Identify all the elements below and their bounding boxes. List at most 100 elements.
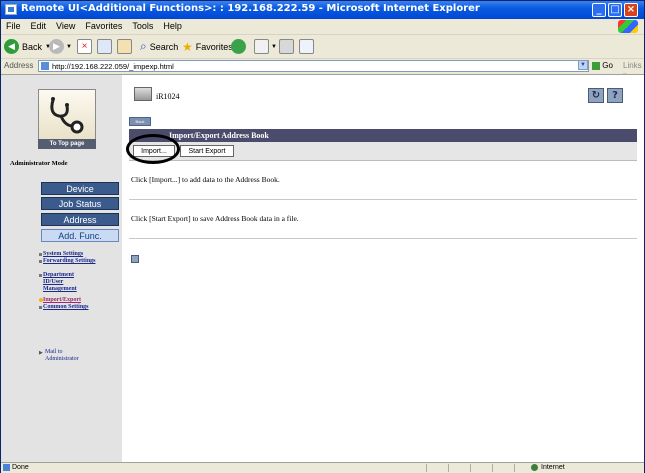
back-button[interactable]: Back [129,117,151,126]
forward-arrow-icon: ▶ [49,39,64,54]
page-top-icon[interactable] [131,255,139,263]
menu-help[interactable]: Help [158,19,187,31]
edit-button[interactable] [299,38,314,55]
sub-department-management[interactable]: Department ID/User Management [43,272,87,293]
browser-window: Remote UI<Additional Functions>: : 192.1… [0,0,645,473]
close-button[interactable]: × [624,3,638,17]
sub-import-export[interactable]: Import/Export [43,297,121,304]
bullet-icon [39,253,42,256]
mail-dropdown-icon[interactable]: ▼ [271,44,277,50]
menu-view[interactable]: View [51,19,80,31]
sub-common-settings[interactable]: Common Settings [43,304,121,311]
menu-favorites[interactable]: Favorites [80,19,127,31]
highlight-ring [126,134,180,164]
bullet-icon [39,306,42,309]
stethoscope-logo-icon [50,97,84,134]
device-name: iR1024 [156,92,180,101]
section-header: Import/Export Address Book [129,129,637,142]
minimize-button[interactable]: _ [592,3,606,17]
address-input[interactable]: http://192.168.222.059/_impexp.html [38,60,589,72]
page-status-icon [3,464,10,471]
print-button[interactable] [279,38,294,55]
maximize-button[interactable]: □ [608,3,622,17]
divider [129,199,637,200]
favorites-star-icon: ★ [182,39,193,54]
mail-button[interactable]: ▼ [254,38,277,55]
bullet-icon [39,260,42,263]
stop-icon: × [77,39,92,54]
toolbar: ◀ Back ▼ ▶ ▼ × ⌕ Search ★ Favorites ▼ [1,35,644,59]
window-title: Remote UI<Additional Functions>: : 192.1… [21,3,480,14]
favorites-label: Favorites [195,41,233,52]
back-toolbar-button[interactable]: ◀ Back ▼ [4,38,51,55]
title-bar: Remote UI<Additional Functions>: : 192.1… [1,1,644,19]
divider [129,238,637,239]
nav-job-status-button[interactable]: Job Status [41,197,119,210]
menu-bar: File Edit View Favorites Tools Help [1,19,644,35]
status-pane-divider [514,464,515,472]
menu-edit[interactable]: Edit [26,19,52,31]
links-label: Links [623,61,642,70]
sub-forwarding-settings[interactable]: Forwarding Settings [43,258,103,265]
export-instructions: Click [Start Export] to save Address Boo… [131,214,299,223]
go-label: Go [602,61,613,70]
history-icon [231,39,246,54]
search-label: Search [149,41,179,52]
back-arrow-icon: ◀ [4,39,19,54]
back-label: Back [22,41,43,52]
go-arrow-icon [592,61,600,70]
home-button[interactable] [117,38,132,55]
section-title: Import/Export Address Book [169,131,269,140]
remote-ui-logo[interactable] [38,89,96,140]
mail-to-admin-link[interactable]: Mail to Administrator [45,349,85,363]
nav-address-button[interactable]: Address [41,213,119,226]
nav-add-func-button[interactable]: Add. Func. [41,229,119,242]
address-url: http://192.168.222.059/_impexp.html [52,62,174,71]
search-toolbar-button[interactable]: ⌕ Search [140,38,178,55]
import-instructions: Click [Import...] to add data to the Add… [131,175,280,184]
bullet-icon [39,274,42,277]
admin-mode-label: Administrator Mode [10,160,68,167]
print-icon [279,39,294,54]
status-pane-divider [492,464,493,472]
nav-device-button[interactable]: Device [41,182,119,195]
main-panel: iR1024 ↻ ? Back Import/Export Address Bo… [122,75,644,463]
home-icon [117,39,132,54]
edit-icon [299,39,314,54]
sidebar: To Top page Administrator Mode Device Jo… [1,75,122,463]
status-bar: Done Internet [1,462,644,473]
stop-button[interactable]: × [77,38,92,55]
status-pane-divider [470,464,471,472]
status-text: Done [12,464,29,471]
menu-file[interactable]: File [1,19,26,31]
refresh-button[interactable] [97,38,112,55]
address-label: Address [4,61,34,70]
refresh-icon [97,39,112,54]
refresh-page-icon[interactable]: ↻ [588,88,604,103]
printer-icon [134,87,152,101]
go-button[interactable]: Go [592,61,613,70]
mail-arrow-icon: ▶ [39,350,43,356]
zone-text: Internet [541,464,565,471]
status-pane-divider [448,464,449,472]
forward-toolbar-button[interactable]: ▶ ▼ [49,38,72,55]
search-icon: ⌕ [140,39,147,53]
internet-zone-icon [531,464,538,471]
address-bar: Address http://192.168.222.059/_impexp.h… [1,59,644,79]
button-row: Import... Start Export [126,134,637,164]
address-dropdown-icon[interactable]: ▼ [578,60,588,70]
to-top-page-link[interactable]: To Top page [38,139,96,149]
page-content: To Top page Administrator Mode Device Jo… [1,74,644,463]
menu-tools[interactable]: Tools [127,19,158,31]
page-icon [41,62,49,70]
status-pane-divider [426,464,427,472]
start-export-button[interactable]: Start Export [180,145,234,157]
forward-dropdown-icon[interactable]: ▼ [66,44,72,50]
help-icon[interactable]: ? [607,88,623,103]
favorites-toolbar-button[interactable]: ★ Favorites [182,38,233,55]
history-button[interactable] [231,38,246,55]
mail-icon [254,39,269,54]
sub-system-settings[interactable]: System Settings [43,251,121,258]
ie-app-icon [5,4,17,15]
windows-logo-icon [618,20,638,33]
